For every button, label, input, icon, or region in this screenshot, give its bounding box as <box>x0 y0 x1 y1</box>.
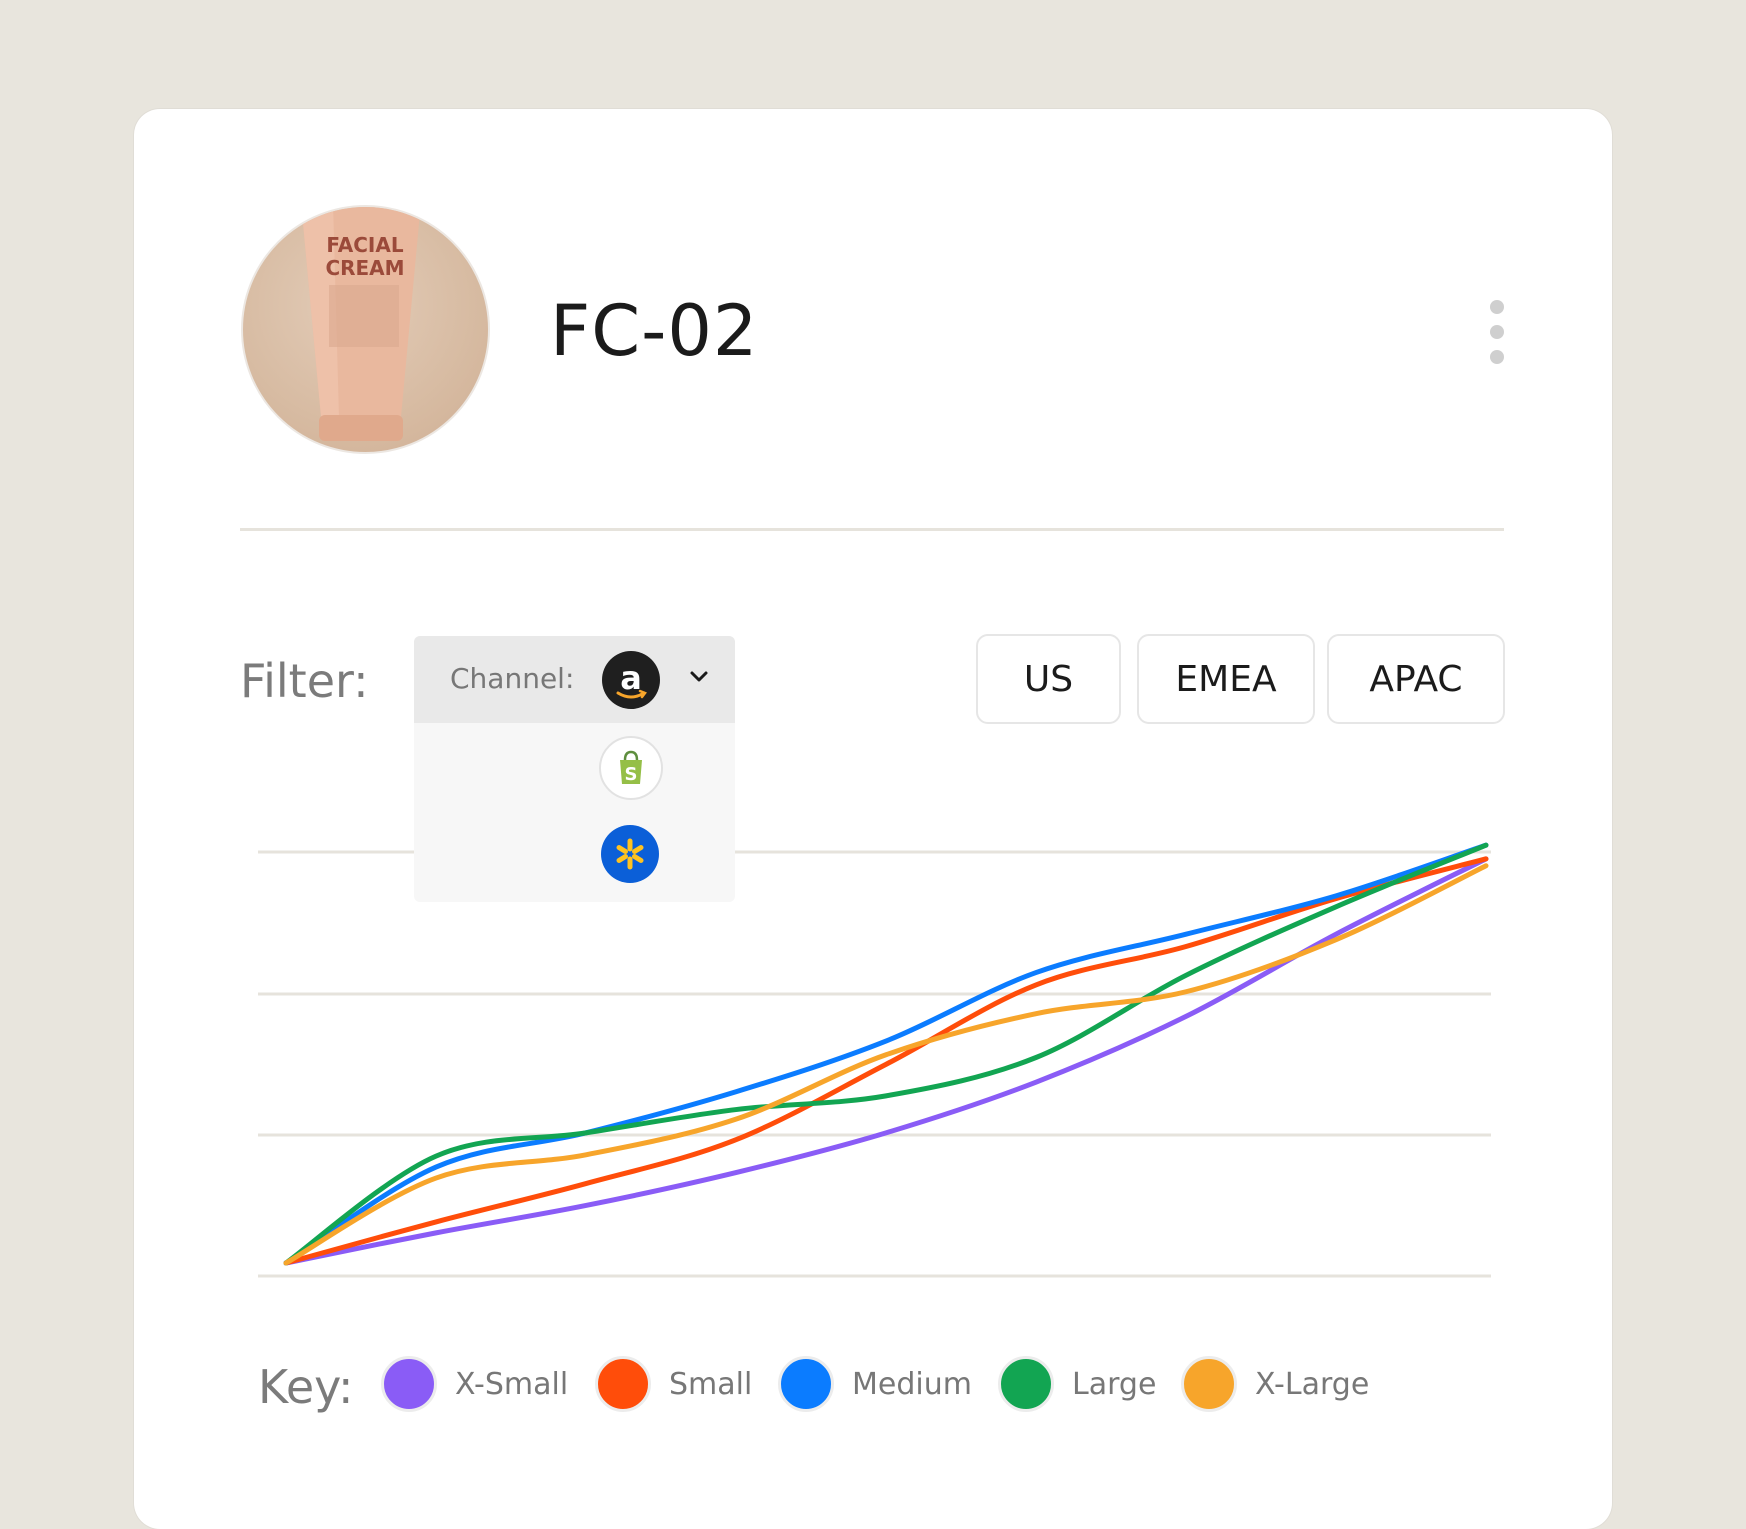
legend-item-large: Large <box>998 1354 1156 1414</box>
legend-swatch <box>1181 1356 1237 1412</box>
filter-label: Filter: <box>240 654 369 708</box>
kebab-dot-icon <box>1490 300 1504 314</box>
legend-item-x-large: X-Large <box>1181 1354 1369 1414</box>
legend-label: Medium <box>852 1366 972 1402</box>
legend-item-x-small: X-Small <box>381 1354 568 1414</box>
channel-select[interactable]: Channel: a <box>414 636 735 723</box>
legend-item-small: Small <box>595 1354 752 1414</box>
product-title: FC-02 <box>550 290 759 372</box>
amazon-logo-icon: a <box>602 651 660 709</box>
channel-dropdown: Channel: a S <box>414 636 735 902</box>
walmart-spark-icon <box>616 838 644 870</box>
product-avatar: FACIAL CREAM <box>241 205 490 454</box>
legend-swatch <box>595 1356 651 1412</box>
kebab-dot-icon <box>1490 350 1504 364</box>
channel-label: Channel: <box>450 662 575 695</box>
region-button-emea[interactable]: EMEA <box>1137 634 1315 724</box>
legend-label: Large <box>1072 1366 1157 1402</box>
facial-cream-tube-image: FACIAL CREAM <box>301 207 421 441</box>
header-divider <box>240 528 1504 531</box>
legend-label: X-Small <box>455 1366 569 1402</box>
legend-swatch <box>778 1356 834 1412</box>
svg-text:a: a <box>620 659 642 697</box>
tube-label-line1: FACIAL <box>326 233 403 257</box>
walmart-option[interactable] <box>601 825 659 883</box>
svg-text:S: S <box>625 764 638 785</box>
legend-label: Small <box>669 1366 753 1402</box>
chevron-down-icon <box>688 666 710 688</box>
key-label: Key: <box>258 1360 354 1414</box>
region-button-us[interactable]: US <box>976 634 1121 724</box>
legend-item-medium: Medium <box>778 1354 972 1414</box>
more-options-button[interactable] <box>1484 300 1510 364</box>
shopify-option[interactable]: S <box>599 736 663 800</box>
legend-swatch <box>381 1356 437 1412</box>
region-button-apac[interactable]: APAC <box>1327 634 1505 724</box>
tube-label-line2: CREAM <box>325 256 404 280</box>
shopify-logo-icon: S <box>620 750 642 785</box>
kebab-dot-icon <box>1490 325 1504 339</box>
legend-label: X-Large <box>1255 1366 1370 1402</box>
legend-swatch <box>998 1356 1054 1412</box>
